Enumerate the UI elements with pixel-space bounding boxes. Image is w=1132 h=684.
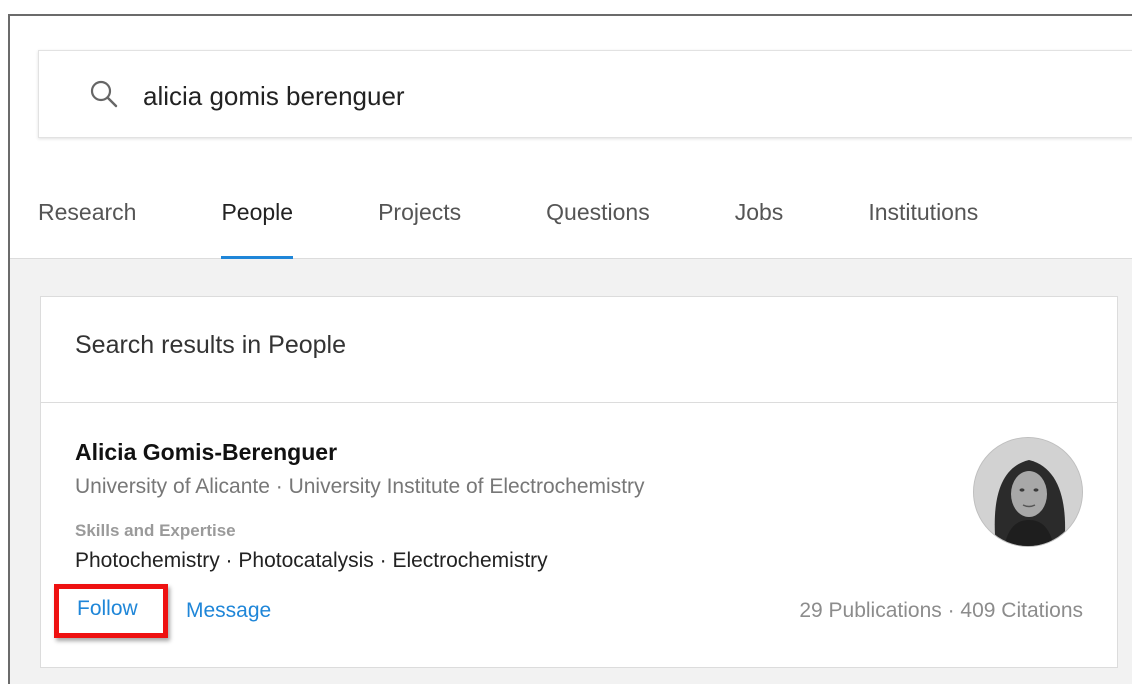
avatar[interactable] [973,437,1083,547]
tab-bar: Research People Projects Questions Jobs … [38,196,978,259]
tab-questions[interactable]: Questions [546,196,650,259]
tab-institutions[interactable]: Institutions [868,196,978,259]
search-icon[interactable] [89,79,119,109]
tab-people[interactable]: People [221,196,293,259]
search-input[interactable]: alicia gomis berenguer [143,79,405,113]
tab-projects[interactable]: Projects [378,196,461,259]
results-card: Search results in People Alicia Gomis-Be… [40,296,1118,668]
browser-frame: alicia gomis berenguer Research People P… [8,14,1132,684]
publication-stats: 29 Publications · 409 Citations [799,599,1083,622]
person-result: Alicia Gomis-Berenguer University of Ali… [41,403,1117,667]
avatar-photo [974,438,1082,546]
results-heading: Search results in People [75,331,346,359]
tab-jobs[interactable]: Jobs [735,196,784,259]
person-name-link[interactable]: Alicia Gomis-Berenguer [75,439,337,466]
skills-list: Photochemistry · Photocatalysis · Electr… [75,549,548,572]
follow-button[interactable]: Follow [77,597,138,621]
skills-label: Skills and Expertise [75,521,236,540]
message-button[interactable]: Message [186,599,271,623]
person-affiliation: University of Alicante · University Inst… [75,475,645,498]
search-bar[interactable]: alicia gomis berenguer [38,50,1132,138]
tab-research[interactable]: Research [38,196,136,259]
search-header: alicia gomis berenguer Research People P… [10,16,1132,259]
results-header: Search results in People [41,297,1117,403]
